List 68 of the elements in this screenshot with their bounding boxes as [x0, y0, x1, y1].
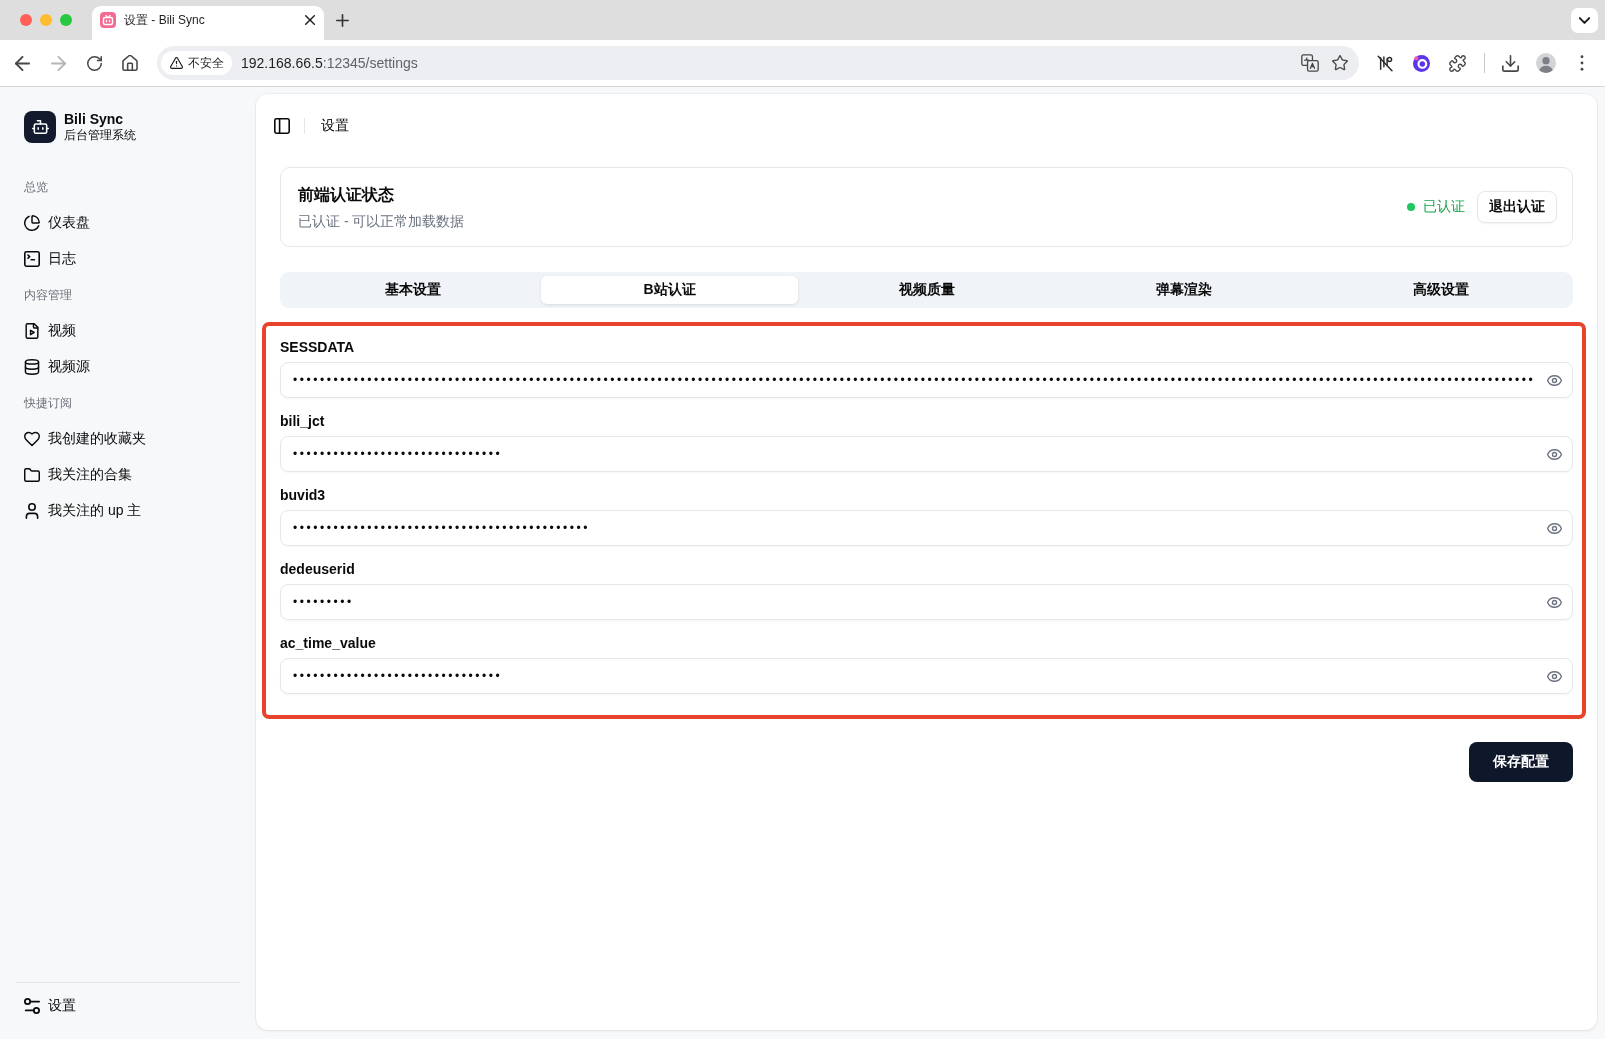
password-field[interactable]: ••••••••••••••••••••••••••••••• [280, 436, 1573, 472]
tab[interactable]: 视频质量 [798, 276, 1055, 304]
sidebar-item[interactable]: 日志 [16, 243, 240, 275]
eye-icon[interactable] [1547, 670, 1562, 682]
tab[interactable]: 基本设置 [284, 276, 541, 304]
field-label: buvid3 [280, 488, 327, 502]
warning-icon [170, 57, 183, 69]
settings-icon [24, 998, 40, 1014]
field-label: ac_time_value [280, 636, 377, 650]
video-file-icon [24, 323, 40, 339]
translate-icon[interactable] [1301, 54, 1319, 72]
plus-icon[interactable] [336, 13, 349, 27]
database-icon [24, 359, 40, 375]
sidebar-item[interactable]: 视频 [16, 315, 240, 347]
group-label: 总览 [23, 178, 49, 196]
sidebar-item[interactable]: 我关注的合集 [16, 459, 240, 491]
tv-icon [100, 12, 116, 28]
page-title: 设置 [321, 117, 349, 135]
heart-icon [24, 431, 40, 447]
eye-icon[interactable] [1547, 522, 1562, 534]
save-button[interactable]: 保存配置 [1469, 742, 1573, 782]
password-field[interactable]: •••••••••••••••••••••••••••••••••••••••••••••••••••••••••••••••••••••••••••••••••••••••••••••••••••••••••••••••••••••••••••••••••••••••••••••••••••••••••••••••••••••••••••••••••••••••• [280, 362, 1573, 398]
security-chip[interactable]: 不安全 [161, 51, 232, 75]
sidebar-item[interactable]: 仪表盘 [16, 207, 240, 239]
tab[interactable]: 弹幕渲染 [1055, 276, 1312, 304]
password-field[interactable]: ••••••••••••••••••••••••••••••• [280, 658, 1573, 694]
eye-icon[interactable] [1547, 596, 1562, 608]
group-label: 内容管理 [23, 286, 73, 304]
card-title: 前端认证状态 [298, 185, 395, 205]
sidebar-toggle-icon[interactable] [274, 118, 290, 134]
app-name: Bili Sync [64, 111, 125, 128]
star-icon[interactable] [1332, 55, 1348, 71]
close-icon[interactable] [305, 15, 315, 25]
ring-icon[interactable] [1412, 54, 1430, 72]
crossed-out-icon[interactable] [1376, 54, 1394, 72]
sidebar-item[interactable]: 设置 [16, 990, 240, 1022]
pie-chart-icon [24, 215, 40, 231]
field-label: dedeuserid [280, 562, 356, 576]
avatar-icon[interactable] [1536, 53, 1556, 73]
group-label: 快捷订阅 [23, 394, 73, 412]
browser-tab[interactable]: 设置 - Bili Sync [92, 6, 324, 40]
reload-icon[interactable] [86, 55, 102, 71]
card-description: 已认证 - 可以正常加载数据 [298, 212, 465, 231]
home-icon[interactable] [122, 55, 138, 71]
terminal-icon [24, 251, 40, 267]
tab[interactable]: B站认证 [541, 276, 798, 304]
robot-icon [24, 111, 56, 143]
tab[interactable]: 高级设置 [1312, 276, 1569, 304]
kebab-menu-icon[interactable] [1580, 55, 1584, 71]
status-text: 已认证 [1423, 198, 1465, 216]
eye-icon[interactable] [1547, 374, 1562, 386]
url-text: 192.168.66.5:12345/settings [241, 55, 419, 71]
password-field[interactable]: ••••••••• [280, 584, 1573, 620]
sidebar-item[interactable]: 我创建的收藏夹 [16, 423, 240, 455]
user-icon [24, 503, 40, 519]
puzzle-icon[interactable] [1448, 54, 1466, 72]
folder-icon [24, 467, 40, 483]
field-label: SESSDATA [280, 340, 356, 354]
download-icon[interactable] [1501, 54, 1519, 72]
password-field[interactable]: •••••••••••••••••••••••••••••••••••••••••••• [280, 510, 1573, 546]
address-bar[interactable]: 不安全 192.168.66.5:12345/settings [157, 46, 1359, 80]
chevron-down-icon[interactable] [1571, 7, 1598, 33]
logout-button[interactable]: 退出认证 [1477, 191, 1557, 223]
sidebar-item[interactable]: 我关注的 up 主 [16, 495, 240, 527]
app-subtitle: 后台管理系统 [64, 128, 136, 143]
field-label: bili_jct [280, 414, 326, 428]
eye-icon[interactable] [1547, 448, 1562, 460]
sidebar-item[interactable]: 视频源 [16, 351, 240, 383]
